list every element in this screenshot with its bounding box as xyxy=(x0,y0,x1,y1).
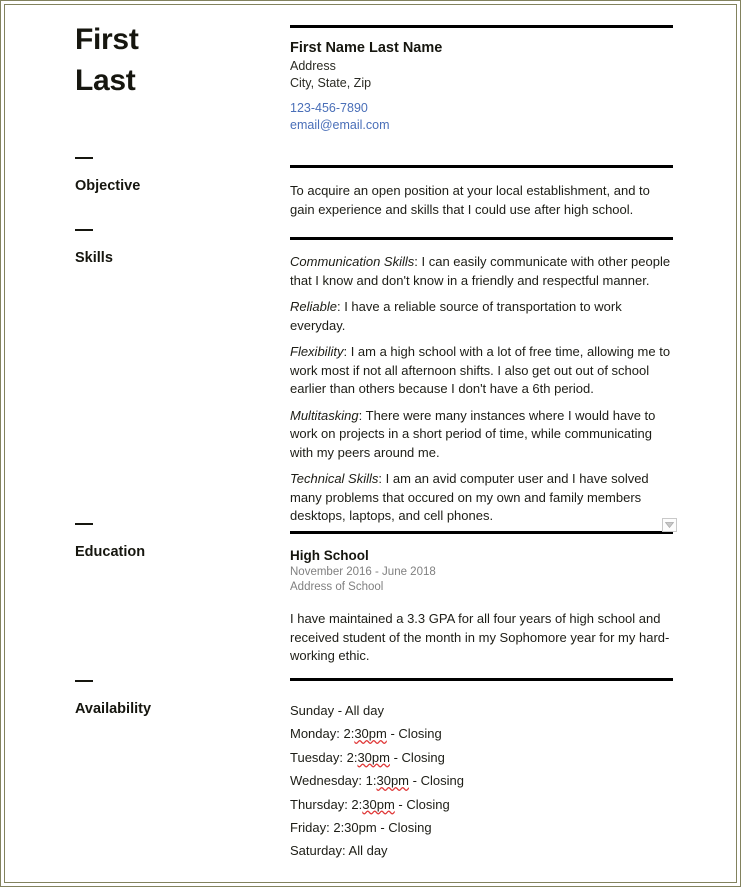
section-label-education: Education xyxy=(75,523,275,560)
section-label-objective: Objective xyxy=(75,157,275,194)
skill-term: Communication Skills xyxy=(290,254,415,269)
availability-entry: Tuesday: 2:30pm - Closing xyxy=(290,746,673,769)
availability-text: Thursday: 2: xyxy=(290,796,363,812)
name-heading: First Last xyxy=(75,19,270,101)
skill-item: Technical Skills: I am an avid computer … xyxy=(290,470,673,526)
contact-block: First Name Last Name Address City, State… xyxy=(290,25,673,134)
name-heading-first: First xyxy=(75,23,139,56)
education-school-name: High School xyxy=(290,548,369,563)
skill-item: Flexibility: I am a high school with a l… xyxy=(290,343,673,399)
availability-entry: Monday: 2:30pm - Closing xyxy=(290,722,673,745)
availability-entry: Sunday - All day xyxy=(290,699,673,722)
availability-misspelled: 30pm xyxy=(354,726,387,742)
section-dash-education xyxy=(75,523,93,525)
skill-description: : I have a reliable source of transporta… xyxy=(290,299,622,333)
name-heading-last: Last xyxy=(75,64,136,97)
availability-text-tail: - Closing xyxy=(409,773,464,789)
resume-document: First Last First Name Last Name Address … xyxy=(5,5,736,882)
availability-divider xyxy=(290,678,673,681)
availability-misspelled: 30pm xyxy=(362,796,395,812)
availability-text-tail: - Closing xyxy=(389,749,445,765)
contact-phone-link[interactable]: 123-456-7890 xyxy=(290,100,673,117)
section-content-availability: Sunday - All day Monday: 2:30pm - Closin… xyxy=(290,678,673,863)
contact-email-link[interactable]: email@email.com xyxy=(290,117,673,134)
availability-entry: Friday: 2:30pm - Closing xyxy=(290,816,673,839)
availability-entry: Thursday: 2:30pm - Closing xyxy=(290,793,673,816)
availability-text-tail: - Closing xyxy=(386,726,442,742)
skill-item: Communication Skills: I can easily commu… xyxy=(290,253,673,290)
section-dash-availability xyxy=(75,680,93,682)
availability-text-tail: - Closing xyxy=(394,796,450,812)
availability-text: Monday: 2: xyxy=(290,726,355,742)
contact-full-name: First Name Last Name xyxy=(290,40,443,56)
skill-term: Multitasking xyxy=(290,407,359,423)
availability-text: Sunday - All day xyxy=(290,703,384,718)
contact-spacer xyxy=(290,91,673,100)
availability-misspelled: 30pm xyxy=(376,773,410,789)
skills-divider xyxy=(290,237,673,240)
section-dash-objective xyxy=(75,157,93,159)
section-title-skills: Skills xyxy=(75,250,113,266)
availability-text: Wednesday: 1: xyxy=(290,773,377,789)
objective-divider xyxy=(290,165,673,168)
objective-text: To acquire an open position at your loca… xyxy=(290,183,650,217)
section-title-availability: Availability xyxy=(75,701,152,717)
availability-text: Saturday: All day xyxy=(290,843,388,859)
availability-list: Sunday - All day Monday: 2:30pm - Closin… xyxy=(290,699,673,863)
section-dash-skills xyxy=(75,229,93,231)
section-content-education: High School November 2016 - June 2018 Ad… xyxy=(290,531,673,666)
education-divider xyxy=(290,531,673,534)
section-label-availability: Availability xyxy=(75,680,275,717)
skills-list: Communication Skills: I can easily commu… xyxy=(290,253,673,526)
education-description: I have maintained a 3.3 GPA for all four… xyxy=(290,611,670,663)
availability-entry: Wednesday: 1:30pm - Closing xyxy=(290,769,673,792)
section-title-objective: Objective xyxy=(75,178,141,194)
section-content-skills: Communication Skills: I can easily commu… xyxy=(290,237,673,526)
education-dates: November 2016 - June 2018 xyxy=(290,566,436,578)
contact-city-state-zip: City, State, Zip xyxy=(290,75,372,90)
skill-item: Reliable: I have a reliable source of tr… xyxy=(290,298,673,335)
resume-page-inner: First Last First Name Last Name Address … xyxy=(4,4,737,883)
contact-address: Address xyxy=(290,59,336,73)
availability-misspelled: 30pm xyxy=(357,749,390,765)
section-content-objective: To acquire an open position at your loca… xyxy=(290,165,673,219)
section-label-skills: Skills xyxy=(75,229,275,266)
skill-term: Reliable xyxy=(290,299,337,314)
education-address: Address of School xyxy=(290,580,384,593)
skill-description: : I am a high school with a lot of free … xyxy=(290,344,671,396)
availability-entry: Saturday: All day xyxy=(290,839,673,862)
skill-item: Multitasking: There were many instances … xyxy=(290,407,673,463)
contact-divider-top xyxy=(290,25,673,28)
availability-text: Friday: 2:30pm - Closing xyxy=(290,820,432,836)
skill-term: Flexibility xyxy=(290,344,344,359)
availability-text: Tuesday: 2: xyxy=(290,749,358,765)
chevron-down-icon[interactable] xyxy=(662,518,677,532)
skill-term: Technical Skills xyxy=(290,471,379,486)
resume-page: First Last First Name Last Name Address … xyxy=(0,0,741,887)
section-title-education: Education xyxy=(75,544,146,560)
